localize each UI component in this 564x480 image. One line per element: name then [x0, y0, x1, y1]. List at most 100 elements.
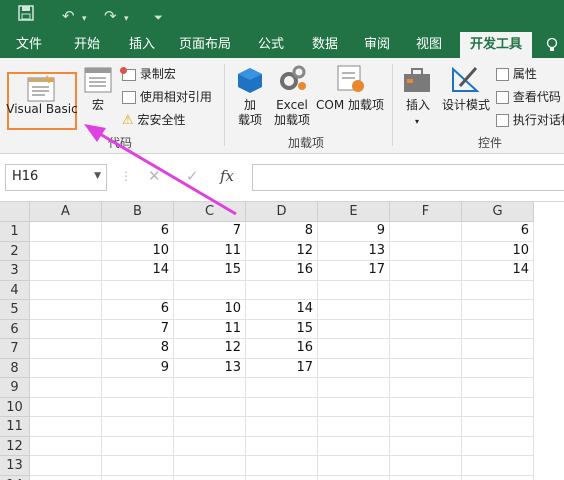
cell[interactable] [246, 456, 318, 476]
cell[interactable]: 17 [246, 358, 318, 378]
row-header[interactable]: 2 [0, 241, 30, 261]
name-box[interactable]: H16 ▼ [5, 164, 107, 191]
tab-view[interactable]: 视图 [404, 32, 454, 58]
visual-basic-button[interactable]: Visual Basic [6, 72, 78, 130]
cell[interactable] [390, 319, 462, 339]
row-header[interactable]: 1 [0, 222, 30, 242]
cell[interactable] [462, 300, 534, 320]
cell[interactable] [318, 397, 390, 417]
cell[interactable] [462, 319, 534, 339]
cell[interactable] [390, 475, 462, 480]
undo-icon[interactable]: ↶ [62, 5, 75, 27]
row-header[interactable]: 5 [0, 300, 30, 320]
cell[interactable]: 6 [462, 222, 534, 242]
run-dialog-button[interactable]: 执行对话框 [496, 111, 564, 128]
cell[interactable]: 6 [102, 222, 174, 242]
cell[interactable] [390, 222, 462, 242]
cell[interactable]: 11 [174, 241, 246, 261]
column-header[interactable]: A [30, 202, 102, 222]
cell[interactable] [30, 436, 102, 456]
cell[interactable]: 10 [462, 241, 534, 261]
cell[interactable] [390, 358, 462, 378]
cell[interactable] [30, 300, 102, 320]
cell[interactable] [462, 456, 534, 476]
cell[interactable]: 16 [246, 339, 318, 359]
cell[interactable] [102, 436, 174, 456]
tab-data[interactable]: 数据 [300, 32, 350, 58]
cell[interactable] [318, 280, 390, 300]
column-header[interactable]: E [318, 202, 390, 222]
cell[interactable] [30, 261, 102, 281]
cell[interactable] [102, 417, 174, 437]
excel-addins-button[interactable]: Excel 加载项 [270, 98, 314, 128]
tab-insert[interactable]: 插入 [117, 32, 167, 58]
cell[interactable] [174, 456, 246, 476]
customize-icon[interactable]: ⏷ [154, 7, 163, 29]
cell[interactable] [30, 358, 102, 378]
cell[interactable]: 16 [246, 261, 318, 281]
chevron-down-icon[interactable]: ▾ [412, 114, 422, 129]
cell[interactable] [246, 397, 318, 417]
cell[interactable] [246, 436, 318, 456]
view-code-button[interactable]: 查看代码 [496, 88, 561, 105]
excel-addins-icon[interactable] [278, 64, 308, 98]
insert-control-button[interactable]: 插入 [400, 98, 436, 113]
cell[interactable]: 10 [174, 300, 246, 320]
cell[interactable] [30, 280, 102, 300]
cell[interactable] [462, 378, 534, 398]
cell[interactable]: 12 [246, 241, 318, 261]
cell[interactable] [318, 417, 390, 437]
tab-page-layout[interactable]: 页面布局 [172, 32, 238, 58]
cell[interactable] [246, 475, 318, 480]
cell[interactable] [174, 397, 246, 417]
cancel-icon[interactable]: ✕ [148, 167, 161, 185]
cell[interactable]: 8 [102, 339, 174, 359]
row-header[interactable]: 3 [0, 261, 30, 281]
row-header[interactable]: 12 [0, 436, 30, 456]
cell[interactable] [318, 378, 390, 398]
cell[interactable] [462, 358, 534, 378]
macro-security-button[interactable]: ⚠ 宏安全性 [122, 111, 186, 128]
cell[interactable]: 8 [246, 222, 318, 242]
cell[interactable] [174, 475, 246, 480]
cell[interactable]: 10 [102, 241, 174, 261]
cell[interactable] [30, 339, 102, 359]
cell[interactable] [318, 475, 390, 480]
formula-input[interactable] [252, 164, 564, 191]
cell[interactable] [462, 475, 534, 480]
cell[interactable]: 13 [174, 358, 246, 378]
insert-function-button[interactable]: fx [220, 167, 234, 185]
row-header[interactable]: 9 [0, 378, 30, 398]
cell[interactable]: 12 [174, 339, 246, 359]
column-header[interactable]: B [102, 202, 174, 222]
cell[interactable] [30, 222, 102, 242]
column-header[interactable]: G [462, 202, 534, 222]
cell[interactable] [174, 378, 246, 398]
addins-icon[interactable] [236, 66, 264, 98]
cell[interactable] [390, 280, 462, 300]
cell[interactable] [174, 280, 246, 300]
macros-icon[interactable] [84, 66, 112, 98]
cell[interactable] [390, 397, 462, 417]
column-header[interactable]: D [246, 202, 318, 222]
cell[interactable] [102, 397, 174, 417]
save-icon[interactable] [18, 5, 34, 27]
cell[interactable] [102, 475, 174, 480]
cell[interactable] [174, 436, 246, 456]
addins-button[interactable]: 加 载项 [234, 98, 266, 128]
cell[interactable] [246, 417, 318, 437]
cell[interactable] [318, 436, 390, 456]
cell[interactable] [318, 319, 390, 339]
cell[interactable]: 14 [102, 261, 174, 281]
cell[interactable] [390, 339, 462, 359]
cell[interactable]: 9 [318, 222, 390, 242]
cell[interactable] [462, 436, 534, 456]
tab-file[interactable]: 文件 [4, 32, 54, 58]
row-header[interactable]: 14 [0, 475, 30, 480]
select-all-corner[interactable] [0, 202, 30, 222]
cell[interactable] [390, 417, 462, 437]
cell[interactable] [462, 417, 534, 437]
enter-icon[interactable]: ✓ [186, 167, 199, 185]
row-header[interactable]: 13 [0, 456, 30, 476]
row-header[interactable]: 4 [0, 280, 30, 300]
